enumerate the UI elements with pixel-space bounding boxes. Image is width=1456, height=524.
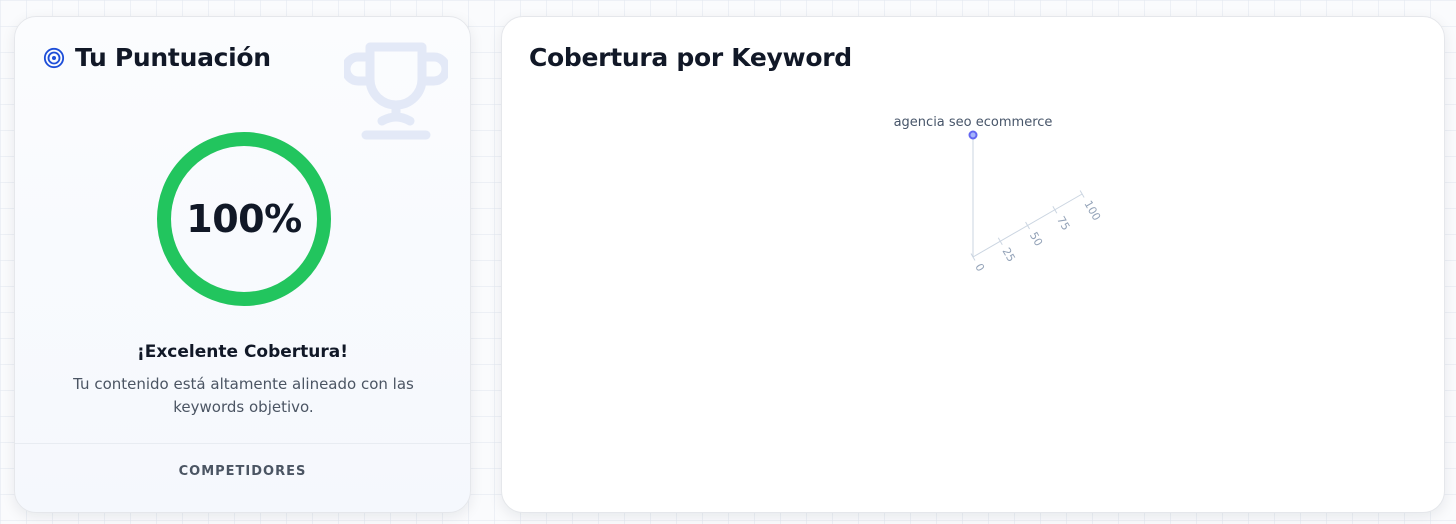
coverage-card: Cobertura por Keyword agencia seo ecomme… bbox=[501, 16, 1445, 513]
score-value: 100% bbox=[186, 197, 302, 241]
status-description: Tu contenido está altamente alineado con… bbox=[73, 375, 414, 416]
card-divider bbox=[15, 443, 470, 444]
target-icon bbox=[43, 47, 65, 69]
radar-tick-label: 75 bbox=[1054, 214, 1072, 233]
radar-tick bbox=[1079, 190, 1085, 198]
radar-tick bbox=[1025, 221, 1030, 230]
score-card-title: Tu Puntuación bbox=[75, 43, 271, 72]
score-ring: 100% bbox=[156, 131, 332, 307]
radar-tick-label: 25 bbox=[1000, 246, 1018, 265]
score-card: Tu Puntuación 100% ¡Excelente Cobertura!… bbox=[14, 16, 471, 513]
status-title: ¡Excelente Cobertura! bbox=[136, 342, 349, 362]
radar-data-point bbox=[968, 130, 978, 140]
radar-tick-label: 100 bbox=[1081, 198, 1103, 223]
radar-tick bbox=[1052, 206, 1058, 214]
coverage-radar-chart: agencia seo ecommerce 0 25 50 75 100 bbox=[894, 115, 1104, 274]
score-card-header: Tu Puntuación bbox=[43, 43, 271, 72]
radar-tick bbox=[997, 237, 1003, 245]
radar-tick-label: 0 bbox=[972, 261, 987, 274]
radar-category-label: agencia seo ecommerce bbox=[894, 115, 1053, 130]
radar-tick-label: 50 bbox=[1027, 230, 1045, 249]
competitors-tab[interactable]: COMPETIDORES bbox=[15, 464, 470, 479]
